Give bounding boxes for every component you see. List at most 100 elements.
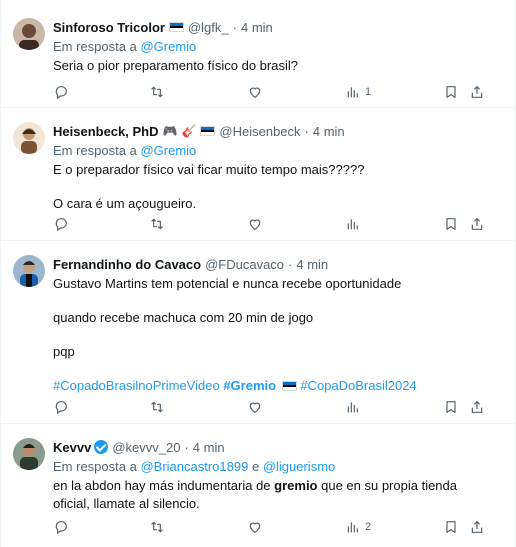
like-button[interactable]	[247, 84, 263, 100]
mention-link[interactable]: @Briancastro1899	[140, 459, 248, 474]
gremio-flag-icon	[168, 22, 184, 32]
user-handle[interactable]: @lgfk_	[188, 19, 229, 36]
mention-link[interactable]: @Gremio	[140, 39, 196, 54]
reply-joiner: e	[251, 459, 260, 474]
share-icon	[471, 521, 483, 533]
tweet-actions: 2	[53, 519, 501, 539]
bookmark-button[interactable]	[443, 519, 459, 535]
hashtag-line: #CopadoBrasilnoPrimeVideo #Gremio #CopaD…	[53, 377, 505, 395]
hashtag-link[interactable]: #CopaDoBrasil2024	[300, 378, 416, 393]
bookmark-icon	[446, 521, 456, 533]
separator-dot: ·	[288, 256, 293, 272]
tweet-text: Gustavo Martins tem potencial e nunca re…	[53, 275, 505, 395]
tweet-header: Sinforoso Tricolor @lgfk_ · 4 min	[53, 18, 505, 36]
retweet-button[interactable]	[149, 84, 165, 100]
share-button[interactable]	[469, 216, 485, 232]
reply-context: Em resposta a @Gremio	[53, 38, 505, 55]
tweet-text: en la abdon hay más indumentaria de grem…	[53, 477, 505, 513]
reply-button[interactable]	[53, 216, 69, 232]
like-icon	[249, 402, 261, 414]
like-button[interactable]	[247, 216, 263, 232]
display-name[interactable]: Fernandinho do Cavaco	[53, 256, 201, 273]
gremio-flag-icon	[281, 381, 297, 391]
user-handle[interactable]: @kevvv_20	[112, 439, 180, 456]
like-icon	[249, 87, 261, 99]
reply-feed: Sinforoso Tricolor @lgfk_ · 4 min Em res…	[0, 0, 516, 547]
share-icon	[471, 218, 483, 230]
views-button[interactable]	[345, 216, 365, 232]
tweet-1[interactable]: Sinforoso Tricolor @lgfk_ · 4 min Em res…	[1, 0, 515, 108]
display-name[interactable]: Sinforoso Tricolor	[53, 19, 165, 36]
bookmark-button[interactable]	[443, 84, 459, 100]
separator-dot: ·	[184, 439, 189, 455]
timestamp[interactable]: 4 min	[193, 439, 225, 456]
tweet-text-line: quando recebe machuca com 20 min de jogo	[53, 310, 314, 325]
bookmark-button[interactable]	[443, 399, 459, 415]
like-icon	[249, 219, 261, 231]
views-icon	[347, 402, 358, 413]
avatar[interactable]	[13, 18, 45, 50]
retweet-button[interactable]	[149, 519, 165, 535]
reply-button[interactable]	[53, 519, 69, 535]
share-button[interactable]	[469, 399, 485, 415]
views-button[interactable]	[345, 399, 365, 415]
share-button[interactable]	[469, 84, 485, 100]
timestamp[interactable]: 4 min	[241, 19, 273, 36]
retweet-button[interactable]	[149, 399, 165, 415]
tweet-text: Seria o pior preparamento físico do bras…	[53, 57, 505, 75]
tweet-text-line: en la abdon hay más indumentaria de grem…	[53, 477, 505, 495]
reply-icon	[55, 218, 67, 232]
tweet-actions: 1	[53, 84, 501, 104]
reply-context: Em resposta a @Briancastro1899 e @liguer…	[53, 458, 505, 475]
retweet-icon	[151, 401, 163, 413]
avatar[interactable]	[13, 255, 45, 287]
bookmark-button[interactable]	[443, 216, 459, 232]
tweet-text-line: O cara é um açougueiro.	[53, 196, 197, 211]
gremio-flag-icon	[200, 126, 216, 136]
tweet-header: Heisenbeck, PhD 🎮 🎸 @Heisenbeck · 4 min	[53, 122, 505, 140]
verified-badge-icon	[94, 440, 109, 454]
like-button[interactable]	[247, 519, 263, 535]
tweet-3[interactable]: Fernandinho do Cavaco @FDucavaco · 4 min…	[1, 241, 515, 424]
text-segment: en la abdon hay más indumentaria de	[53, 478, 275, 493]
user-handle[interactable]: @FDucavaco	[205, 256, 284, 273]
mention-link[interactable]: @Gremio	[140, 143, 196, 158]
bold-keyword: gremio	[274, 478, 318, 493]
display-name[interactable]: Kevvv	[53, 439, 91, 456]
tweet-text-line: oficial, llamate al silencio.	[53, 496, 200, 511]
user-handle[interactable]: @Heisenbeck	[219, 123, 300, 140]
share-icon	[471, 401, 483, 413]
avatar[interactable]	[13, 438, 45, 470]
timestamp[interactable]: 4 min	[296, 256, 328, 273]
reply-icon	[55, 86, 67, 100]
reply-button[interactable]	[53, 84, 69, 100]
share-button[interactable]	[469, 519, 485, 535]
views-icon	[347, 522, 358, 533]
reply-button[interactable]	[53, 399, 69, 415]
tweet-4[interactable]: Kevvv @kevvv_20 · 4 min Em resposta a @B…	[1, 424, 515, 547]
views-count: 2	[365, 521, 372, 533]
views-icon	[347, 87, 358, 98]
reply-prefix: Em resposta a	[53, 39, 137, 54]
tweet-header: Fernandinho do Cavaco @FDucavaco · 4 min	[53, 255, 505, 273]
views-button[interactable]: 2	[345, 519, 371, 535]
retweet-button[interactable]	[149, 216, 165, 232]
display-name[interactable]: Heisenbeck, PhD	[53, 123, 159, 140]
separator-dot: ·	[232, 19, 237, 35]
views-icon	[347, 219, 358, 230]
reply-icon	[55, 521, 67, 535]
tweet-actions	[53, 399, 501, 419]
hashtag-link[interactable]: #Gremio	[223, 378, 276, 393]
tweet-text-line: Gustavo Martins tem potencial e nunca re…	[53, 276, 402, 291]
timestamp[interactable]: 4 min	[313, 123, 345, 140]
avatar[interactable]	[13, 122, 45, 154]
views-count: 1	[365, 86, 372, 98]
mention-link[interactable]: @liguerismo	[263, 459, 335, 474]
bookmark-icon	[446, 86, 456, 98]
hashtag-link[interactable]: #CopadoBrasilnoPrimeVideo	[53, 378, 220, 393]
like-button[interactable]	[247, 399, 263, 415]
like-icon	[249, 522, 261, 534]
reply-prefix: Em resposta a	[53, 459, 137, 474]
tweet-2[interactable]: Heisenbeck, PhD 🎮 🎸 @Heisenbeck · 4 min …	[1, 108, 515, 241]
views-button[interactable]: 1	[345, 84, 371, 100]
